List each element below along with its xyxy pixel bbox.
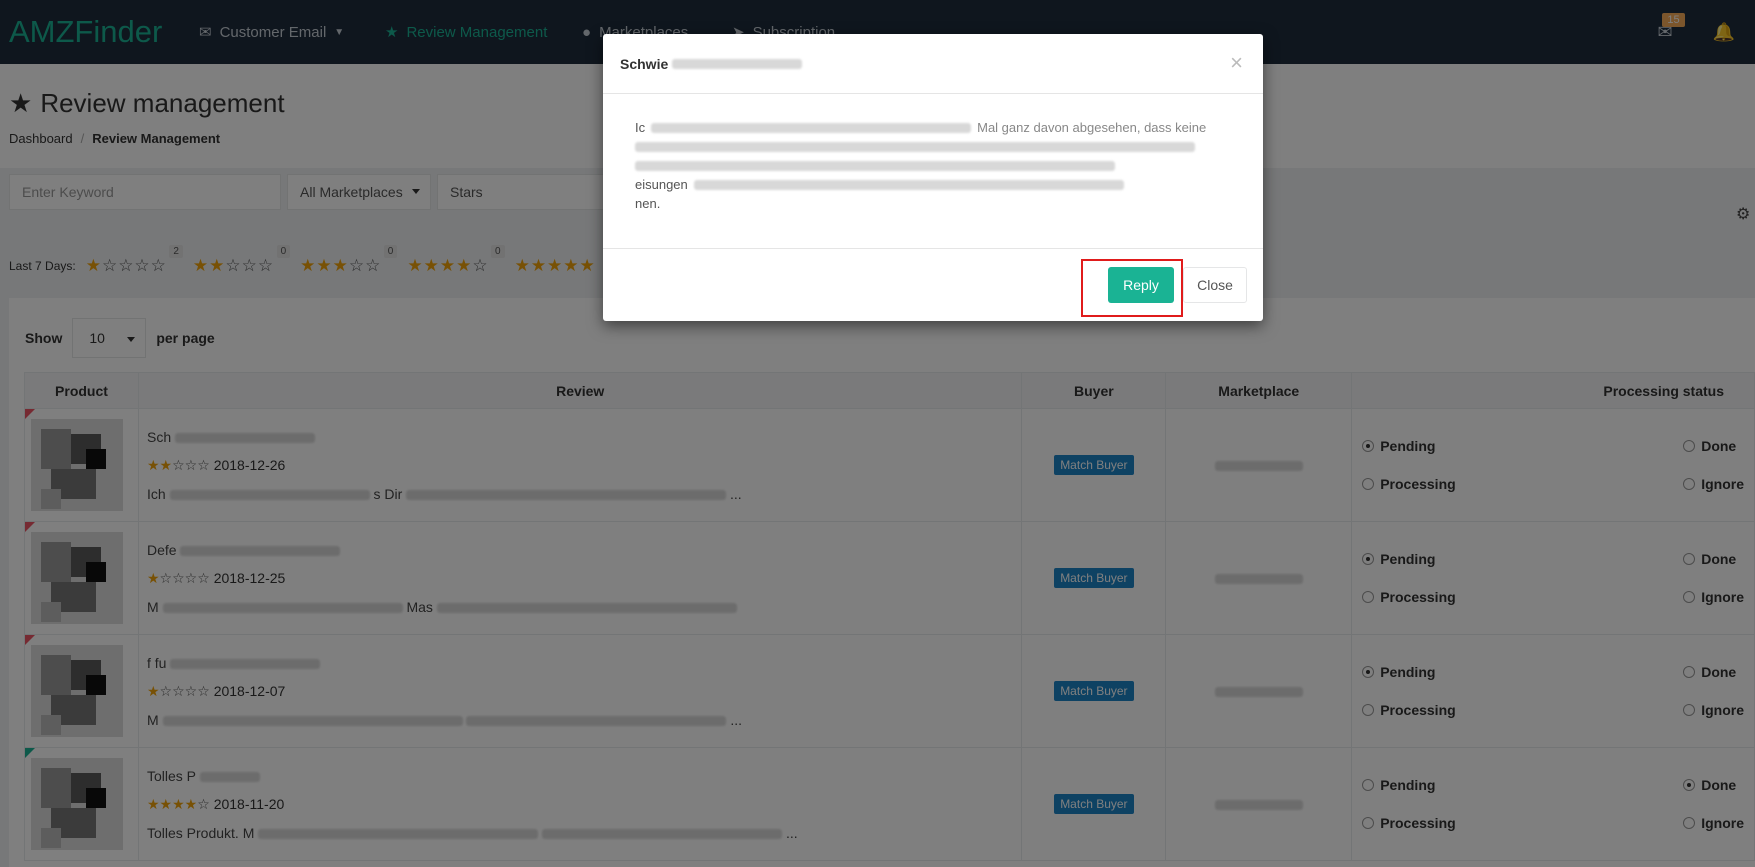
redacted-text bbox=[651, 122, 972, 133]
modal-body-line bbox=[635, 137, 1233, 156]
reply-button-highlight bbox=[1081, 259, 1183, 317]
redacted-text bbox=[672, 58, 803, 69]
redacted-text bbox=[635, 141, 1195, 152]
modal-body-text: Ic bbox=[635, 120, 646, 135]
close-button[interactable]: Close bbox=[1183, 267, 1247, 303]
modal-body-line: Ic Mal ganz davon abgesehen, dass keine bbox=[635, 118, 1233, 137]
modal-body-line bbox=[635, 156, 1233, 175]
modal-body-line: eisungen bbox=[635, 175, 1233, 194]
modal-body-text: eisungen bbox=[635, 177, 688, 192]
modal-body: Ic Mal ganz davon abgesehen, dass keine … bbox=[603, 94, 1263, 249]
close-icon[interactable]: × bbox=[1230, 50, 1243, 76]
redacted-text bbox=[635, 160, 1115, 171]
redacted-text bbox=[693, 179, 1124, 190]
modal-body-text: Mal ganz davon abgesehen, dass keine bbox=[977, 120, 1207, 135]
modal-title: Schwie bbox=[620, 55, 669, 72]
modal-body-line: nen. bbox=[635, 194, 1233, 213]
modal-body-text: nen. bbox=[635, 196, 661, 211]
modal-header: Schwie bbox=[603, 34, 1263, 94]
